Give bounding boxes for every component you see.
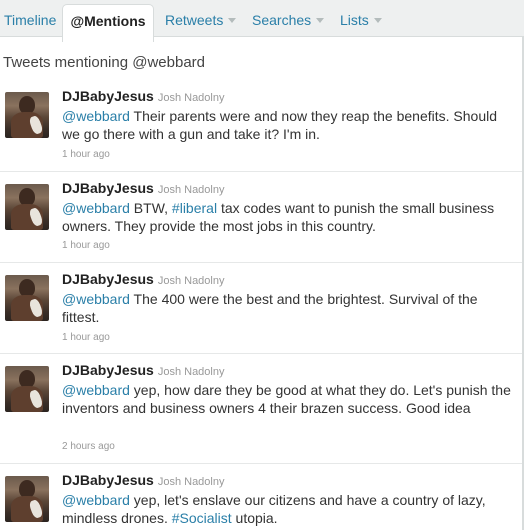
tweet-text: @webbard yep, let's enslave our citizens…	[62, 491, 512, 527]
mention-link[interactable]: @webbard	[62, 492, 130, 508]
real-name: Josh Nadolny	[157, 184, 225, 196]
tab-timeline[interactable]: Timeline	[4, 0, 56, 37]
hashtag-link[interactable]: #Socialist	[172, 510, 232, 526]
tweet-timestamp[interactable]: 1 hour ago	[62, 240, 110, 251]
tweet-header: DJBabyJesus Josh Nadolny	[62, 472, 224, 488]
avatar[interactable]	[5, 366, 49, 412]
tweet-item: DJBabyJesus Josh Nadolny @webbard yep, le…	[0, 464, 522, 530]
real-name: Josh Nadolny	[157, 366, 225, 378]
tweet-item: DJBabyJesus Josh Nadolny @webbard BTW, #l…	[0, 172, 522, 263]
tweet-text: @webbard Their parents were and now they…	[62, 107, 512, 143]
avatar[interactable]	[5, 92, 49, 138]
avatar[interactable]	[5, 476, 49, 522]
tab-label: Searches	[252, 12, 312, 28]
tab-searches[interactable]: Searches	[252, 0, 325, 37]
chevron-down-icon	[316, 17, 325, 23]
tweet-header: DJBabyJesus Josh Nadolny	[62, 271, 224, 287]
tweet-timestamp[interactable]: 1 hour ago	[62, 332, 110, 343]
tweet-body: yep, how dare they be good at what they …	[62, 382, 511, 416]
tweet-text: @webbard The 400 were the best and the b…	[62, 290, 512, 326]
tweet-header: DJBabyJesus Josh Nadolny	[62, 88, 224, 104]
page-title: Tweets mentioning @webbard	[3, 54, 206, 71]
avatar[interactable]	[5, 184, 49, 230]
tweet-body-pre: BTW,	[129, 200, 172, 216]
tweet-text: @webbard yep, how dare they be good at w…	[62, 381, 512, 417]
real-name: Josh Nadolny	[157, 476, 225, 488]
tab-lists[interactable]: Lists	[340, 0, 382, 37]
mention-link[interactable]: @webbard	[62, 108, 130, 124]
tab-retweets[interactable]: Retweets	[165, 0, 237, 37]
chevron-down-icon	[373, 17, 382, 23]
tab-bar: Timeline @Mentions Retweets Searches Lis…	[0, 0, 524, 42]
tweet-text: @webbard BTW, #liberal tax codes want to…	[62, 199, 512, 235]
tab-mentions[interactable]: @Mentions	[62, 4, 154, 42]
tweet-item: DJBabyJesus Josh Nadolny @webbard Their p…	[0, 80, 522, 172]
tweet-body-post: utopia.	[231, 510, 278, 526]
real-name: Josh Nadolny	[157, 275, 225, 287]
tweet-item: DJBabyJesus Josh Nadolny @webbard yep, ho…	[0, 354, 522, 464]
tab-label: Lists	[340, 12, 369, 28]
chevron-down-icon	[228, 17, 237, 23]
tab-label: Timeline	[4, 12, 57, 28]
screen-name[interactable]: DJBabyJesus	[62, 180, 154, 196]
tab-label: @Mentions	[70, 13, 146, 29]
real-name: Josh Nadolny	[157, 92, 225, 104]
tweet-timestamp[interactable]: 2 hours ago	[62, 441, 115, 452]
screen-name[interactable]: DJBabyJesus	[62, 362, 154, 378]
tweet-header: DJBabyJesus Josh Nadolny	[62, 362, 224, 378]
tab-label: Retweets	[165, 12, 224, 28]
screen-name[interactable]: DJBabyJesus	[62, 88, 154, 104]
screen-name[interactable]: DJBabyJesus	[62, 472, 154, 488]
avatar[interactable]	[5, 275, 49, 321]
mention-link[interactable]: @webbard	[62, 200, 130, 216]
tweet-item: DJBabyJesus Josh Nadolny @webbard The 400…	[0, 263, 522, 354]
tweet-timestamp[interactable]: 1 hour ago	[62, 149, 110, 160]
tweet-header: DJBabyJesus Josh Nadolny	[62, 180, 224, 196]
mention-link[interactable]: @webbard	[62, 291, 130, 307]
hashtag-link[interactable]: #liberal	[172, 200, 217, 216]
mention-link[interactable]: @webbard	[62, 382, 130, 398]
screen-name[interactable]: DJBabyJesus	[62, 271, 154, 287]
